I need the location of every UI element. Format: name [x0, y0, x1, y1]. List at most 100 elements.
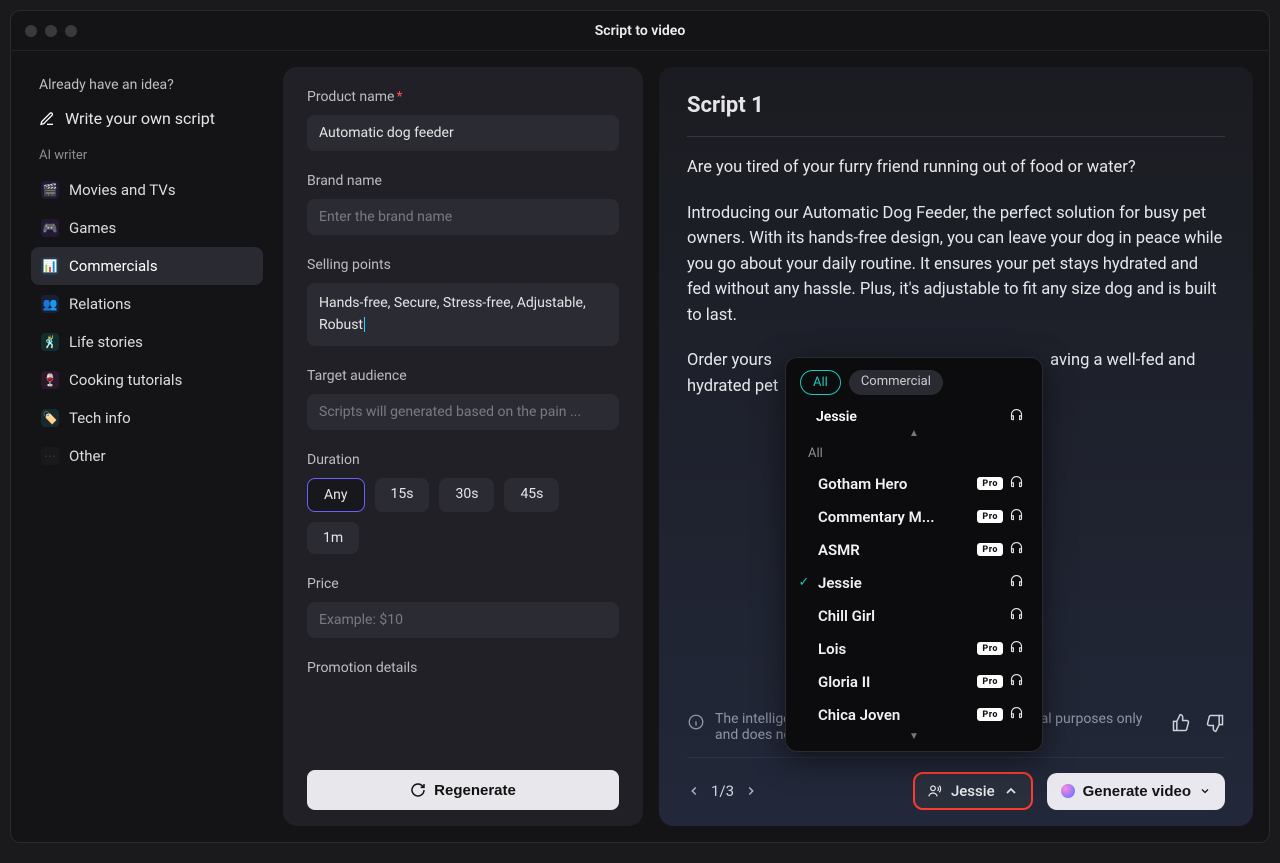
pro-badge: Pro [977, 510, 1003, 523]
sidebar-item-tech-info[interactable]: 🏷️Tech info [31, 399, 263, 437]
brand-name-label: Brand name [307, 173, 619, 189]
voice-option[interactable]: ASMR Pro [786, 533, 1042, 566]
selling-points-input[interactable]: Hands-free, Secure, Stress-free, Adjusta… [307, 283, 619, 346]
titlebar: Script to video [11, 11, 1269, 51]
next-icon[interactable] [744, 784, 758, 798]
voice-group-label: All [786, 442, 1042, 467]
voice-list: Gotham Hero Pro Commentary M... Pro ASMR… [786, 467, 1042, 731]
brand-name-input[interactable] [307, 199, 619, 235]
target-audience-label: Target audience [307, 368, 619, 384]
feedback-thumbs [1171, 711, 1225, 733]
voice-option[interactable]: ✓ Jessie [786, 566, 1042, 599]
scroll-up-icon[interactable]: ▲ [786, 428, 1042, 442]
page-indicator: 1/3 [711, 782, 734, 800]
refresh-icon [410, 782, 426, 798]
headphones-icon[interactable] [1009, 606, 1024, 625]
pro-badge: Pro [977, 477, 1003, 490]
pro-badge: Pro [977, 708, 1003, 721]
voice-icon [927, 783, 943, 799]
voice-name: Jessie [818, 574, 1003, 592]
pro-badge: Pro [977, 543, 1003, 556]
category-label: Cooking tutorials [69, 371, 182, 389]
duration-chip-45s[interactable]: 45s [504, 478, 559, 512]
regenerate-button[interactable]: Regenerate [307, 770, 619, 810]
voice-option[interactable]: Gotham Hero Pro [786, 467, 1042, 500]
category-label: Relations [69, 295, 131, 313]
category-icon: 🍷 [41, 371, 59, 389]
scroll-down-icon[interactable]: ▼ [786, 731, 1042, 745]
duration-chip-any[interactable]: Any [307, 478, 365, 512]
sidebar-item-games[interactable]: 🎮 Games [31, 209, 263, 247]
voice-current-label: Jessie [951, 782, 995, 800]
voice-current-name: Jessie [816, 409, 857, 425]
thumbs-up-icon[interactable] [1171, 713, 1191, 733]
script-footer: 1/3 Jessie Generate video [687, 757, 1225, 810]
sidebar-item-movies-and-tvs[interactable]: 🎬 Movies and TVs [31, 171, 263, 209]
write-own-script[interactable]: Write your own script [31, 103, 263, 134]
category-icon: 🎮 [41, 219, 59, 237]
voice-popup: All Commercial Jessie ▲ All Gotham Hero … [785, 357, 1043, 752]
sidebar: Already have an idea? Write your own scr… [27, 67, 267, 826]
sidebar-item-life-stories[interactable]: 🕺 Life stories [31, 323, 263, 361]
headphones-icon[interactable] [1009, 672, 1024, 691]
chevron-down-icon [1199, 785, 1211, 797]
selling-points-label: Selling points [307, 257, 619, 273]
headphones-icon[interactable] [1009, 407, 1024, 426]
sidebar-heading: Already have an idea? [39, 77, 255, 93]
voice-option[interactable]: Chica Joven Pro [786, 698, 1042, 731]
sidebar-item-relations[interactable]: 👥 Relations [31, 285, 263, 323]
price-input[interactable] [307, 602, 619, 638]
voice-tab-all[interactable]: All [800, 370, 841, 395]
category-label: Life stories [69, 333, 143, 351]
product-name-input[interactable] [307, 115, 619, 151]
sidebar-item-cooking-tutorials[interactable]: 🍷 Cooking tutorials [31, 361, 263, 399]
headphones-icon[interactable] [1009, 573, 1024, 592]
voice-current-row: Jessie [786, 403, 1042, 428]
write-own-label: Write your own script [65, 109, 215, 128]
pencil-icon [39, 111, 55, 127]
category-icon: ⋯ [41, 447, 59, 465]
prev-icon[interactable] [687, 784, 701, 798]
form-panel: Product name* Brand name Selling points … [283, 67, 643, 826]
sidebar-item-commercials[interactable]: 📊 Commercials [31, 247, 263, 285]
info-icon [687, 713, 705, 731]
duration-chip-1m[interactable]: 1m [307, 522, 359, 554]
check-icon: ✓ [796, 575, 812, 590]
duration-chip-30s[interactable]: 30s [439, 478, 494, 512]
voice-tabs: All Commercial [786, 370, 1042, 403]
headphones-icon[interactable] [1009, 474, 1024, 493]
category-label: Commercials [69, 257, 158, 275]
generate-video-button[interactable]: Generate video [1047, 773, 1225, 810]
headphones-icon[interactable] [1009, 639, 1024, 658]
category-icon: 🕺 [41, 333, 59, 351]
voice-name: Gotham Hero [818, 475, 971, 493]
category-label: Games [69, 219, 116, 237]
category-label: Tech info [69, 409, 131, 427]
voice-option[interactable]: Lois Pro [786, 632, 1042, 665]
category-icon: 📊 [41, 257, 59, 275]
sidebar-item-other[interactable]: ⋯ Other [31, 437, 263, 475]
voice-name: Chica Joven [818, 706, 971, 724]
voice-name: Lois [818, 640, 971, 658]
regenerate-label: Regenerate [434, 782, 516, 799]
headphones-icon[interactable] [1009, 540, 1024, 559]
thumbs-down-icon[interactable] [1205, 713, 1225, 733]
headphones-icon[interactable] [1009, 507, 1024, 526]
duration-chip-15s[interactable]: 15s [375, 478, 430, 512]
generate-video-label: Generate video [1083, 783, 1191, 800]
voice-select-button[interactable]: Jessie [913, 772, 1033, 810]
voice-option[interactable]: Chill Girl [786, 599, 1042, 632]
category-icon: 👥 [41, 295, 59, 313]
category-label: Other [69, 447, 106, 465]
category-icon: 🎬 [41, 181, 59, 199]
price-label: Price [307, 576, 619, 592]
headphones-icon[interactable] [1009, 705, 1024, 724]
voice-name: ASMR [818, 541, 971, 559]
voice-name: Commentary M... [818, 508, 971, 526]
voice-tab-commercial[interactable]: Commercial [849, 370, 943, 395]
voice-option[interactable]: Gloria II Pro [786, 665, 1042, 698]
voice-option[interactable]: Commentary M... Pro [786, 500, 1042, 533]
script-paragraph: Are you tired of your furry friend runni… [687, 155, 1225, 181]
category-label: Movies and TVs [69, 181, 176, 199]
target-audience-input[interactable] [307, 394, 619, 430]
